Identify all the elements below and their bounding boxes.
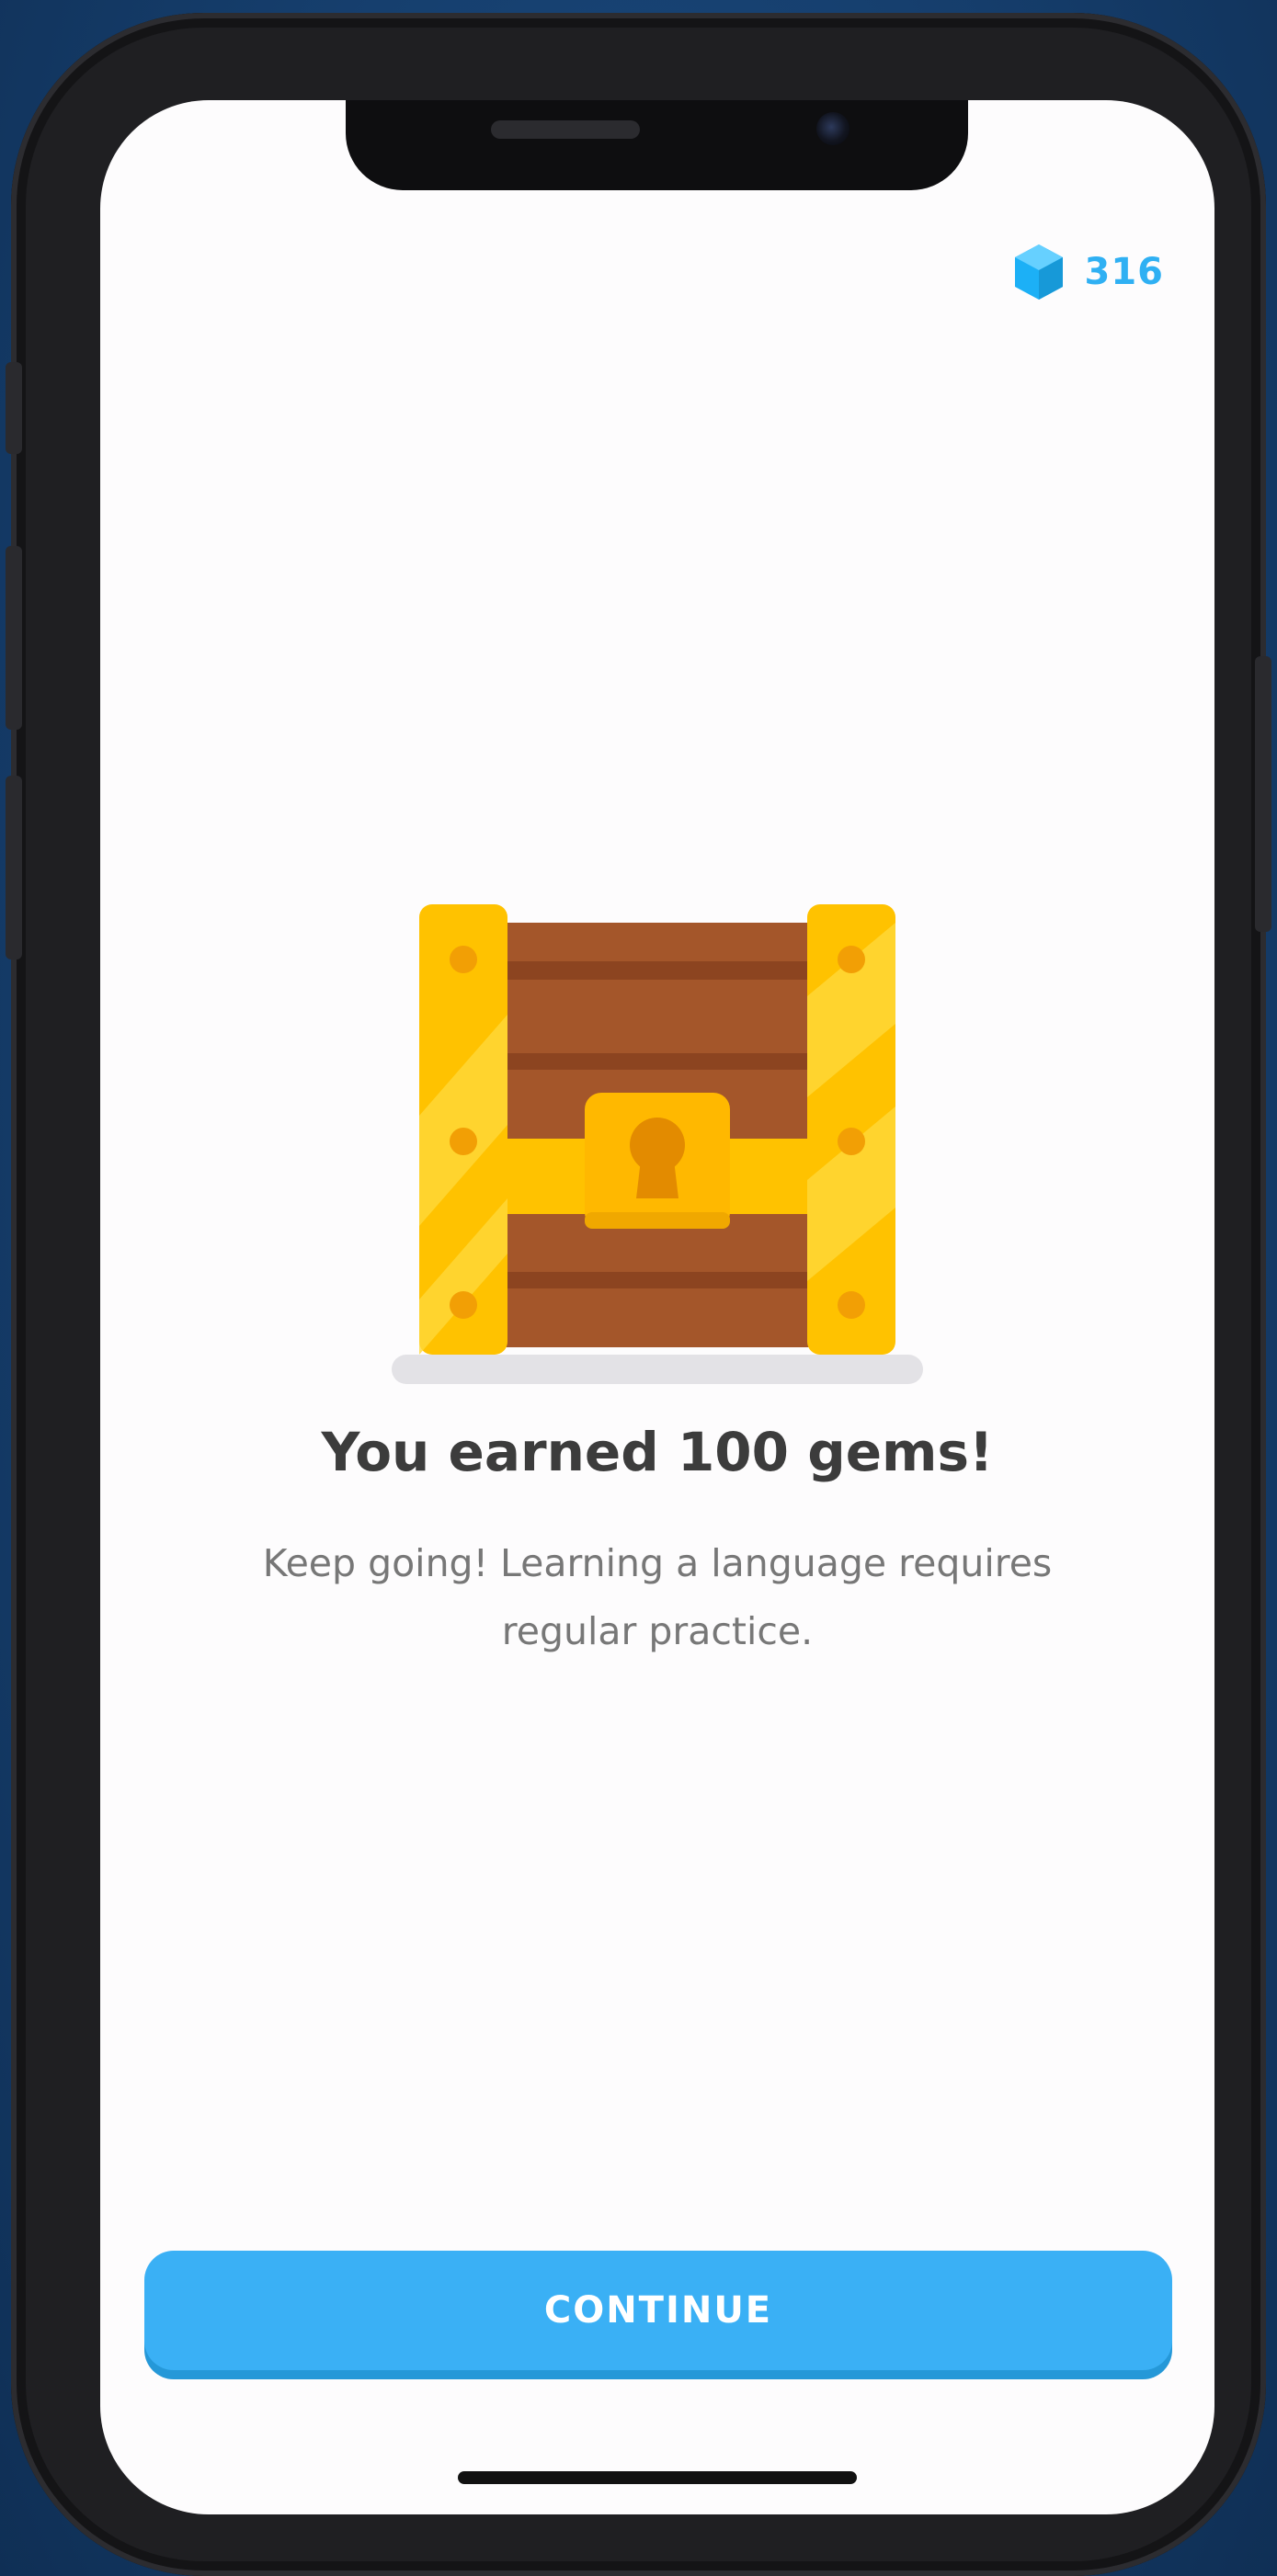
silent-switch xyxy=(6,362,22,454)
reward-title: You earned 100 gems! xyxy=(321,1421,994,1483)
home-indicator[interactable] xyxy=(458,2471,857,2484)
volume-down-button xyxy=(6,776,22,959)
volume-up-button xyxy=(6,546,22,730)
earpiece-speaker xyxy=(491,120,640,139)
reward-message: Keep going! Learning a language requires… xyxy=(262,1541,1053,1653)
gem-counter: 316 xyxy=(1013,243,1165,301)
phone-frame: 316 You earned 100 gems! Keep going! Lea… xyxy=(6,13,1271,2576)
app-screen: 316 You earned 100 gems! Keep going! Lea… xyxy=(100,100,1214,2514)
treasure-chest-icon xyxy=(392,904,925,1404)
front-camera xyxy=(816,112,849,145)
continue-button[interactable]: CONTINUE xyxy=(144,2251,1172,2370)
power-button xyxy=(1255,656,1271,932)
notch xyxy=(346,100,968,190)
gem-count: 316 xyxy=(1084,251,1164,293)
gem-icon xyxy=(1013,243,1065,301)
